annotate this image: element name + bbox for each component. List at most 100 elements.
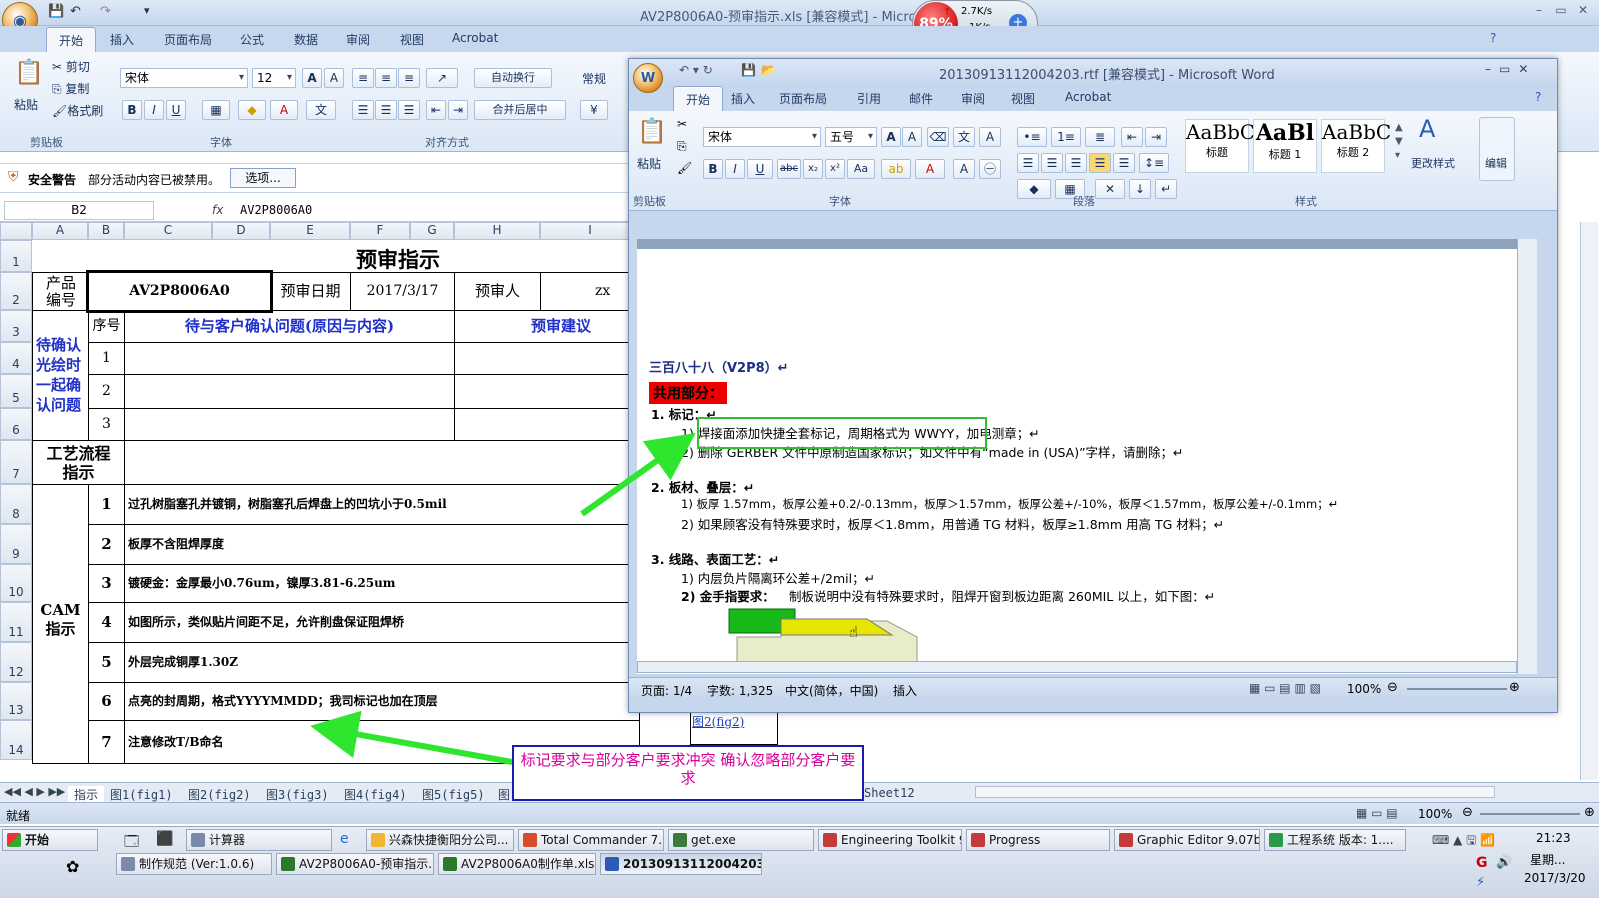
word-distribute-icon[interactable]: ☰ [1113,153,1135,173]
word-cut-icon[interactable]: ✂ [677,117,687,131]
font-color-icon[interactable]: A [270,100,298,120]
select-all-corner[interactable] [0,222,32,240]
change-styles-button[interactable]: 更改样式 [1411,155,1455,171]
format-painter-button[interactable]: 🖌格式刷 [52,102,103,119]
save-icon[interactable]: 💾 [48,4,64,19]
reviewer-cell[interactable]: zx [540,272,640,311]
maximize-icon[interactable]: ▭ [1550,3,1572,17]
row-header-6[interactable]: 6 [0,408,32,440]
word-increase-indent-icon[interactable]: ⇥ [1145,127,1167,147]
bold-icon[interactable]: B [122,100,142,120]
word-language[interactable]: 中文(简体，中国) [785,682,878,699]
word-shrink-font-icon[interactable]: A [902,127,922,147]
cam-item-2[interactable]: 板厚不含阻焊厚度 [124,524,640,565]
word-tab-mailings[interactable]: 邮件 [909,90,933,107]
sheet-tab-sheet12[interactable]: Sheet12 [864,786,915,800]
paste-button[interactable]: 粘贴 [14,96,38,113]
col-header-e[interactable]: E [270,222,350,240]
merge-center-button[interactable]: 合并后居中 [474,100,566,120]
product-label-cell[interactable]: 产品 编号 [32,272,89,311]
word-undo-icon[interactable]: ↶ ▾ ↻ [679,63,713,77]
sheet-nav-icon[interactable]: ◀◀ ◀ ▶ ▶▶ [4,785,65,798]
col-header-f[interactable]: F [350,222,410,240]
pending-issue-1[interactable] [124,342,455,375]
font-name-select[interactable]: 宋体 [120,68,248,88]
word-zoom-out-icon[interactable]: ⊖ [1387,680,1398,695]
decrease-indent-icon[interactable]: ⇤ [426,100,446,120]
word-insert-mode[interactable]: 插入 [893,682,917,699]
issue-header[interactable]: 待与客户确认问题(原因与内容) [124,310,455,343]
fill-color-icon[interactable]: ◆ [238,100,266,120]
word-italic-icon[interactable]: I [725,159,745,179]
taskbar-total-commander[interactable]: Total Commander 7.0 ... [518,829,664,851]
zoom-in-icon[interactable]: ⊕ [1584,805,1595,820]
seq-header[interactable]: 序号 [88,310,125,343]
word-tab-page-layout[interactable]: 页面布局 [779,90,827,107]
copy-button[interactable]: ⎘ 复制 [52,80,89,97]
tab-home[interactable]: 开始 [46,27,97,53]
word-paste-button[interactable]: 粘贴 [637,155,661,172]
cam-item-5[interactable]: 外层完成铜厚1.30Z [124,642,640,683]
review-date-label[interactable]: 预审日期 [270,272,351,311]
sheet-tab-fig4[interactable]: 图4(fig4) [344,786,407,803]
row-header-13[interactable]: 13 [0,682,32,720]
taskbar-word-doc[interactable]: 20130913112004203.... [600,853,762,875]
word-line-spacing-icon[interactable]: ↕≡ [1139,153,1169,173]
word-format-painter-icon[interactable]: 🖌 [677,161,692,175]
cam-label-cell[interactable]: CAM 指示 [32,484,89,764]
row-header-9[interactable]: 9 [0,524,32,564]
tab-review[interactable]: 审阅 [346,31,370,48]
pending-advice-2[interactable] [454,374,640,409]
tab-page-layout[interactable]: 页面布局 [164,31,212,48]
word-numbering-icon[interactable]: 1≡ [1051,127,1081,147]
word-help-icon[interactable]: ? [1535,90,1541,104]
word-superscript-icon[interactable]: x² [825,159,845,179]
row-header-4[interactable]: 4 [0,342,32,374]
word-align-left-icon[interactable]: ☰ [1017,153,1039,173]
word-grow-font-icon[interactable]: A [881,127,901,147]
phonetic-icon[interactable]: 文 [306,100,336,120]
word-chinese-layout-icon[interactable]: ✕ [1095,179,1125,199]
row-header-5[interactable]: 5 [0,374,32,408]
cam-seq-3[interactable]: 3 [88,564,125,603]
fig2-link[interactable]: 图2(fig2) [692,713,744,730]
sheet-tab-fig3[interactable]: 图3(fig3) [266,786,329,803]
word-save-icon[interactable]: 💾 [741,63,756,77]
align-middle-icon[interactable]: ≡ [375,68,397,88]
align-right-icon[interactable]: ☰ [398,100,420,120]
row-header-11[interactable]: 11 [0,602,32,642]
volume-icon[interactable]: 🔊 [1496,855,1512,870]
taskbar-spec[interactable]: 制作规范 (Ver:1.0.6) [116,853,272,875]
tab-acrobat[interactable]: Acrobat [452,31,498,45]
tab-view[interactable]: 视图 [400,31,424,48]
col-header-c[interactable]: C [124,222,212,240]
col-header-d[interactable]: D [212,222,270,240]
word-tab-acrobat[interactable]: Acrobat [1065,90,1111,104]
col-header-a[interactable]: A [32,222,88,240]
word-view-buttons-icon[interactable]: ▦ ▭ ▤ ▥ ▧ [1249,681,1321,695]
sheet-tab-fig5[interactable]: 图5(fig5) [422,786,485,803]
clock-date[interactable]: 2017/3/20 [1524,871,1586,885]
cam-seq-1[interactable]: 1 [88,484,125,525]
orientation-icon[interactable]: ↗ [426,68,458,88]
row-header-2[interactable]: 2 [0,272,32,310]
taskbar-progress[interactable]: Progress [966,829,1110,851]
help-icon[interactable]: ? [1490,31,1496,45]
tray-net-icon[interactable]: ⚡ [1476,875,1485,890]
word-page-count[interactable]: 页面: 1/4 [641,682,692,699]
col-header-h[interactable]: H [454,222,540,240]
word-subscript-icon[interactable]: x₂ [803,159,823,179]
cam-seq-4[interactable]: 4 [88,602,125,643]
number-format-select[interactable]: 常规 [582,70,606,87]
style-heading-1[interactable]: AaBl 标题 1 [1253,119,1317,173]
pending-label-cell[interactable]: 待确认 光绘时 一起确 认问题 [32,310,89,441]
worksheet-grid[interactable]: A B C D E F G H I 1 2 3 4 5 6 7 8 9 10 1… [0,222,640,782]
row-header-1[interactable]: 1 [0,240,32,272]
word-bold-icon[interactable]: B [703,159,723,179]
clock-time[interactable]: 21:23 [1536,831,1571,845]
align-left-icon[interactable]: ☰ [352,100,374,120]
word-align-center-icon[interactable]: ☰ [1041,153,1063,173]
row-header-14[interactable]: 14 [0,720,32,760]
grow-font-icon[interactable]: A [302,68,322,88]
word-zoom-slider[interactable] [1407,688,1507,690]
